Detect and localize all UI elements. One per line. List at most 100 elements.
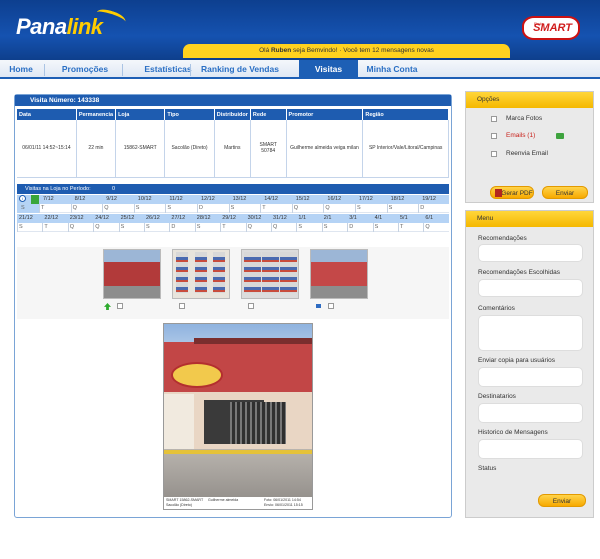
calendar-info-icon[interactable]: i — [19, 195, 26, 202]
calendar-date-cell[interactable]: 21/12 — [19, 214, 44, 223]
emails-checkbox[interactable] — [491, 133, 497, 139]
calendar-day-cell[interactable]: Q — [423, 223, 448, 232]
calendar-day-cell[interactable]: D — [197, 204, 229, 213]
calendar-date-cell[interactable]: 3/1 — [349, 214, 374, 223]
calendar-day-cell[interactable]: T — [39, 204, 71, 213]
calendar-date-cell[interactable]: 19/12 — [422, 195, 454, 204]
calendar-date-cell[interactable]: 16/12 — [327, 195, 359, 204]
calendar-date-cell[interactable]: 11/12 — [169, 195, 201, 204]
calendar-date-cell[interactable]: 1/1 — [298, 214, 323, 223]
calendar-date-cell[interactable]: 24/12 — [95, 214, 120, 223]
calendar-day-cell[interactable]: S — [133, 204, 166, 213]
col-tipo: Tipo — [164, 109, 215, 120]
destinatarios-label: Destinatarios — [478, 393, 516, 400]
welcome-prefix: Olá — [259, 47, 271, 54]
reenvia-email-checkbox[interactable] — [491, 151, 497, 157]
calendar-day-cell[interactable]: S — [144, 223, 169, 232]
calendar-date-cell[interactable]: 10/12 — [138, 195, 170, 204]
calendar-date-cell[interactable]: 12/12 — [201, 195, 233, 204]
calendar-date-cell[interactable]: 14/12 — [264, 195, 296, 204]
calendar-date-cell[interactable]: 18/12 — [391, 195, 423, 204]
photo-thumbnail[interactable] — [103, 249, 161, 299]
options-send-button[interactable]: Enviar — [542, 186, 588, 199]
photo-select-checkbox[interactable] — [117, 303, 123, 309]
calendar-date-cell[interactable]: 30/12 — [248, 214, 273, 223]
recomendacoes-field[interactable] — [478, 244, 583, 262]
calendar-day-cell[interactable]: S — [321, 223, 347, 232]
emails-label[interactable]: Emails (1) — [506, 132, 535, 139]
calendar-day-cell[interactable]: S — [165, 204, 197, 213]
recomendacoes-escolhidas-label: Recomendações Escolhidas — [478, 269, 561, 276]
col-loja: Loja — [115, 109, 166, 120]
calendar-date-cell[interactable]: 25/12 — [121, 214, 146, 223]
calendar-date-cell[interactable]: 27/12 — [171, 214, 196, 223]
calendar-day-cell[interactable]: T — [42, 223, 67, 232]
nav-item-minha-conta[interactable]: Minha Conta — [362, 60, 422, 79]
calendar-date-cell[interactable]: 13/12 — [233, 195, 265, 204]
photo-select-checkbox[interactable] — [248, 303, 254, 309]
calendar-date-cell[interactable]: 4/1 — [375, 214, 400, 223]
calendar-date-cell[interactable]: 5/1 — [400, 214, 425, 223]
calendar-day-cell[interactable]: S — [386, 204, 419, 213]
thumb-shelf — [262, 252, 279, 294]
menu-send-button[interactable]: Enviar — [538, 494, 586, 507]
photo-select-checkbox[interactable] — [328, 303, 334, 309]
nav-item-promocoes[interactable]: Promoções — [50, 60, 120, 79]
approve-arrow-icon[interactable] — [104, 303, 111, 310]
calendar-day-cell[interactable]: S — [228, 204, 261, 213]
calendar-day-cell[interactable]: Q — [102, 204, 134, 213]
col-distribuidor: Distribuidor — [214, 109, 251, 120]
selected-photo[interactable]: SMART 15862-SMART Sacolão (Direto) Guilh… — [163, 323, 313, 510]
photo-thumbnail[interactable] — [172, 249, 230, 299]
calendar-date-cell[interactable]: 22/12 — [44, 214, 69, 223]
nav-item-visitas[interactable]: Visitas — [299, 60, 358, 79]
calendar-day-cell[interactable]: Q — [323, 204, 355, 213]
calendar-day-cell[interactable]: Q — [67, 223, 93, 232]
calendar-day-cell[interactable]: Q — [245, 223, 271, 232]
destinatarios-field[interactable] — [478, 403, 583, 423]
calendar-day-cell[interactable]: D — [169, 223, 194, 232]
calendar-day-cell[interactable]: Q — [93, 223, 118, 232]
photo-thumbnail[interactable] — [241, 249, 299, 299]
calendar-day-cell[interactable]: D — [347, 223, 372, 232]
nav-item-home[interactable]: Home — [0, 60, 42, 79]
calendar-day-cell[interactable]: S — [372, 223, 398, 232]
marca-fotos-checkbox[interactable] — [491, 116, 497, 122]
photo-select-checkbox[interactable] — [179, 303, 185, 309]
enviar-copia-field[interactable] — [478, 367, 583, 387]
calendar-date-cell[interactable]: 28/12 — [197, 214, 222, 223]
historico-field[interactable] — [478, 439, 583, 459]
nav-item-ranking[interactable]: Ranking de Vendas — [192, 60, 288, 79]
gerar-pdf-button[interactable]: Gerar PDF — [490, 186, 534, 199]
calendar-date-cell[interactable]: 8/12 — [75, 195, 107, 204]
calendar-day-cell[interactable]: S — [118, 223, 144, 232]
calendar-day-cell[interactable]: Q — [291, 204, 324, 213]
calendar-day-cell[interactable]: T — [220, 223, 245, 232]
calendar-date-cell[interactable]: 6/1 — [425, 214, 450, 223]
calendar-day-cell[interactable]: Q — [271, 223, 296, 232]
calendar-day-cell[interactable]: S — [17, 223, 42, 232]
calendar-date-cell[interactable]: 15/12 — [296, 195, 328, 204]
comentarios-field[interactable] — [478, 315, 583, 351]
photo-thumbnail[interactable] — [310, 249, 368, 299]
calendar-day-cell[interactable]: S — [296, 223, 321, 232]
calendar-week2-dates: 21/12 22/12 23/12 24/12 25/12 26/12 27/12 28/12… — [17, 214, 449, 223]
calendar-day-cell[interactable]: S — [355, 204, 387, 213]
email-icon[interactable] — [556, 133, 564, 139]
recomendacoes-escolhidas-field[interactable] — [478, 279, 583, 297]
calendar-date-cell[interactable]: 9/12 — [106, 195, 138, 204]
calendar-date-cell[interactable]: 2/1 — [324, 214, 349, 223]
calendar-date-cell[interactable]: 7/12 — [43, 195, 75, 204]
thumb-shelf — [176, 252, 189, 294]
calendar-date-cell[interactable]: 31/12 — [273, 214, 298, 223]
calendar-date-cell[interactable]: 29/12 — [222, 214, 247, 223]
calendar-date-cell[interactable]: 17/12 — [359, 195, 391, 204]
panalink-logo[interactable]: Panalink — [16, 14, 103, 40]
calendar-day-cell[interactable]: T — [260, 204, 292, 213]
calendar-date-cell[interactable]: 26/12 — [146, 214, 171, 223]
calendar-day-cell[interactable]: S — [194, 223, 220, 232]
calendar-day-cell[interactable]: D — [418, 204, 450, 213]
calendar-day-cell[interactable]: T — [398, 223, 423, 232]
calendar-date-cell[interactable]: 23/12 — [70, 214, 95, 223]
calendar-day-cell[interactable]: Q — [70, 204, 103, 213]
